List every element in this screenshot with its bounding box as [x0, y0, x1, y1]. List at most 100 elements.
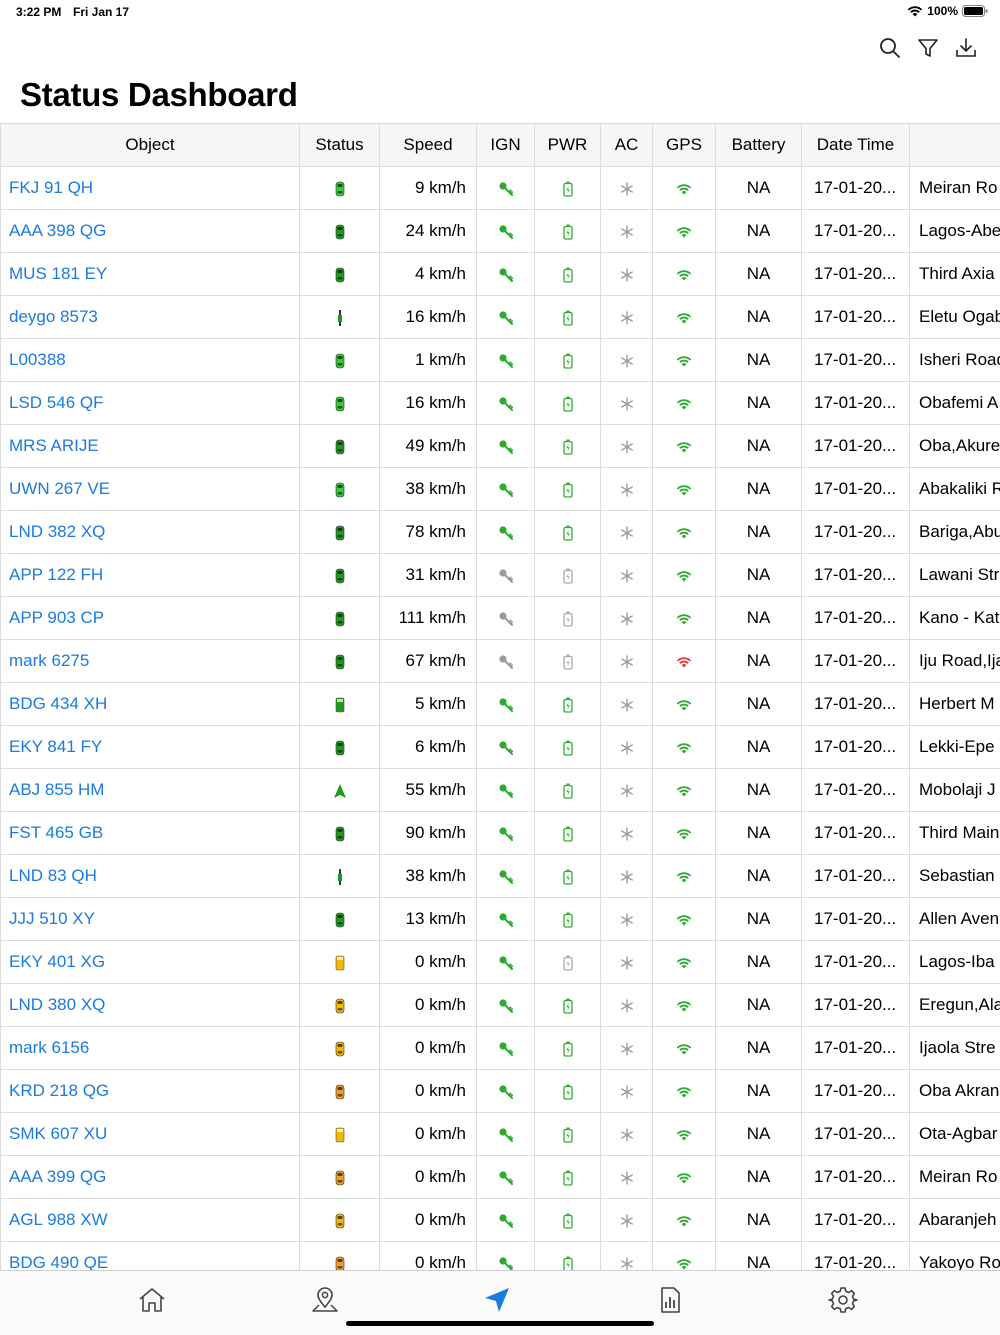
table-row[interactable]: L003881 km/hNA17-01-20...Isheri Road: [1, 339, 1000, 382]
search-icon[interactable]: [878, 36, 902, 60]
vehicle-link[interactable]: AGL 988 XW: [1, 1199, 300, 1242]
vehicle-link[interactable]: MUS 181 EY: [1, 253, 300, 296]
table-row[interactable]: UWN 267 VE38 km/hNA17-01-20...Abakaliki …: [1, 468, 1000, 511]
vehicle-link[interactable]: JJJ 510 XY: [1, 898, 300, 941]
table-row[interactable]: MRS ARIJE49 km/hNA17-01-20...Oba,Akure: [1, 425, 1000, 468]
power-battery-icon: [535, 382, 601, 425]
datetime-value: 17-01-20...: [802, 511, 910, 554]
vehicle-status-icon: [300, 1070, 380, 1113]
table-row[interactable]: deygo 857316 km/hNA17-01-20...Eletu Ogab: [1, 296, 1000, 339]
table-row[interactable]: EKY 841 FY6 km/hNA17-01-20...Lekki-Epe: [1, 726, 1000, 769]
table-row[interactable]: AAA 398 QG24 km/hNA17-01-20...Lagos-Abe: [1, 210, 1000, 253]
ignition-key-icon: [477, 1070, 535, 1113]
power-battery-icon: [535, 425, 601, 468]
datetime-value: 17-01-20...: [802, 554, 910, 597]
vehicle-link[interactable]: LND 83 QH: [1, 855, 300, 898]
vehicle-link[interactable]: BDG 490 QE: [1, 1242, 300, 1271]
vehicle-link[interactable]: KRD 218 QG: [1, 1070, 300, 1113]
gps-signal-icon: [653, 769, 716, 812]
filter-icon[interactable]: [916, 36, 940, 60]
location-value: Eletu Ogab: [910, 296, 1000, 339]
vehicle-link[interactable]: FST 465 GB: [1, 812, 300, 855]
vehicle-link[interactable]: BDG 434 XH: [1, 683, 300, 726]
table-row[interactable]: EKY 401 XG0 km/hNA17-01-20...Lagos-Iba: [1, 941, 1000, 984]
battery-value: NA: [716, 683, 802, 726]
vehicle-link[interactable]: L00388: [1, 339, 300, 382]
datetime-value: 17-01-20...: [802, 1027, 910, 1070]
settings-icon[interactable]: [828, 1285, 858, 1315]
vehicle-link[interactable]: AAA 399 QG: [1, 1156, 300, 1199]
table-row[interactable]: SMK 607 XU0 km/hNA17-01-20...Ota-Agbar: [1, 1113, 1000, 1156]
datetime-value: 17-01-20...: [802, 683, 910, 726]
vehicle-link[interactable]: LND 382 XQ: [1, 511, 300, 554]
vehicle-link[interactable]: AAA 398 QG: [1, 210, 300, 253]
vehicle-link[interactable]: APP 122 FH: [1, 554, 300, 597]
vehicle-status-icon: [300, 597, 380, 640]
table-row[interactable]: mark 61560 km/hNA17-01-20...Ijaola Stre: [1, 1027, 1000, 1070]
vehicle-link[interactable]: EKY 841 FY: [1, 726, 300, 769]
map-pin-icon[interactable]: [310, 1285, 340, 1315]
report-icon[interactable]: [655, 1285, 685, 1315]
table-row[interactable]: LND 380 XQ0 km/hNA17-01-20...Eregun,Ala: [1, 984, 1000, 1027]
power-battery-icon: [535, 1199, 601, 1242]
col-header-ign[interactable]: IGN: [477, 124, 535, 167]
speed-value: 16 km/h: [380, 382, 477, 425]
download-icon[interactable]: [954, 36, 978, 60]
vehicle-link[interactable]: LND 380 XQ: [1, 984, 300, 1027]
ac-snowflake-icon: [601, 855, 653, 898]
table-row[interactable]: BDG 490 QE0 km/hNA17-01-20...Yakoyo Ro: [1, 1242, 1000, 1271]
vehicle-link[interactable]: mark 6275: [1, 640, 300, 683]
col-header-battery[interactable]: Battery: [716, 124, 802, 167]
vehicle-status-icon: [300, 941, 380, 984]
vehicle-link[interactable]: SMK 607 XU: [1, 1113, 300, 1156]
table-row[interactable]: FST 465 GB90 km/hNA17-01-20...Third Main: [1, 812, 1000, 855]
vehicle-link[interactable]: FKJ 91 QH: [1, 167, 300, 210]
vehicle-status-icon: [300, 898, 380, 941]
gps-signal-icon: [653, 210, 716, 253]
battery-value: NA: [716, 640, 802, 683]
location-value: Ijaola Stre: [910, 1027, 1000, 1070]
vehicle-link[interactable]: LSD 546 QF: [1, 382, 300, 425]
table-row[interactable]: LND 83 QH38 km/hNA17-01-20...Sebastian: [1, 855, 1000, 898]
table-row[interactable]: mark 627567 km/hNA17-01-20...Iju Road,Ij…: [1, 640, 1000, 683]
col-header-ac[interactable]: AC: [601, 124, 653, 167]
location-arrow-icon[interactable]: [482, 1285, 512, 1315]
table-row[interactable]: MUS 181 EY4 km/hNA17-01-20...Third Axia: [1, 253, 1000, 296]
col-header-status[interactable]: Status: [300, 124, 380, 167]
table-row[interactable]: LND 382 XQ78 km/hNA17-01-20...Bariga,Abu: [1, 511, 1000, 554]
vehicle-status-icon: [300, 339, 380, 382]
vehicle-link[interactable]: UWN 267 VE: [1, 468, 300, 511]
table-row[interactable]: LSD 546 QF16 km/hNA17-01-20...Obafemi A: [1, 382, 1000, 425]
col-header-location[interactable]: [910, 124, 1000, 167]
table-row[interactable]: KRD 218 QG0 km/hNA17-01-20...Oba Akran: [1, 1070, 1000, 1113]
datetime-value: 17-01-20...: [802, 941, 910, 984]
vehicle-link[interactable]: MRS ARIJE: [1, 425, 300, 468]
location-value: Kano - Kat: [910, 597, 1000, 640]
col-header-speed[interactable]: Speed: [380, 124, 477, 167]
ignition-key-icon: [477, 597, 535, 640]
status-table-container[interactable]: Object Status Speed IGN PWR AC GPS Batte…: [0, 123, 1000, 1270]
vehicle-link[interactable]: EKY 401 XG: [1, 941, 300, 984]
vehicle-status-icon: [300, 1242, 380, 1271]
gps-signal-icon: [653, 597, 716, 640]
vehicle-link[interactable]: APP 903 CP: [1, 597, 300, 640]
location-value: Herbert M: [910, 683, 1000, 726]
vehicle-link[interactable]: mark 6156: [1, 1027, 300, 1070]
table-row[interactable]: AAA 399 QG0 km/hNA17-01-20...Meiran Ro: [1, 1156, 1000, 1199]
table-row[interactable]: ABJ 855 HM55 km/hNA17-01-20...Mobolaji J: [1, 769, 1000, 812]
table-row[interactable]: FKJ 91 QH9 km/hNA17-01-20...Meiran Ro: [1, 167, 1000, 210]
vehicle-link[interactable]: ABJ 855 HM: [1, 769, 300, 812]
table-row[interactable]: BDG 434 XH5 km/hNA17-01-20...Herbert M: [1, 683, 1000, 726]
table-row[interactable]: APP 903 CP111 km/hNA17-01-20...Kano - Ka…: [1, 597, 1000, 640]
table-row[interactable]: AGL 988 XW0 km/hNA17-01-20...Abaranjeh: [1, 1199, 1000, 1242]
home-icon[interactable]: [137, 1285, 167, 1315]
ac-snowflake-icon: [601, 167, 653, 210]
col-header-object[interactable]: Object: [1, 124, 300, 167]
ac-snowflake-icon: [601, 726, 653, 769]
table-row[interactable]: JJJ 510 XY13 km/hNA17-01-20...Allen Aven: [1, 898, 1000, 941]
col-header-pwr[interactable]: PWR: [535, 124, 601, 167]
col-header-gps[interactable]: GPS: [653, 124, 716, 167]
col-header-datetime[interactable]: Date Time: [802, 124, 910, 167]
table-row[interactable]: APP 122 FH31 km/hNA17-01-20...Lawani Str: [1, 554, 1000, 597]
vehicle-link[interactable]: deygo 8573: [1, 296, 300, 339]
